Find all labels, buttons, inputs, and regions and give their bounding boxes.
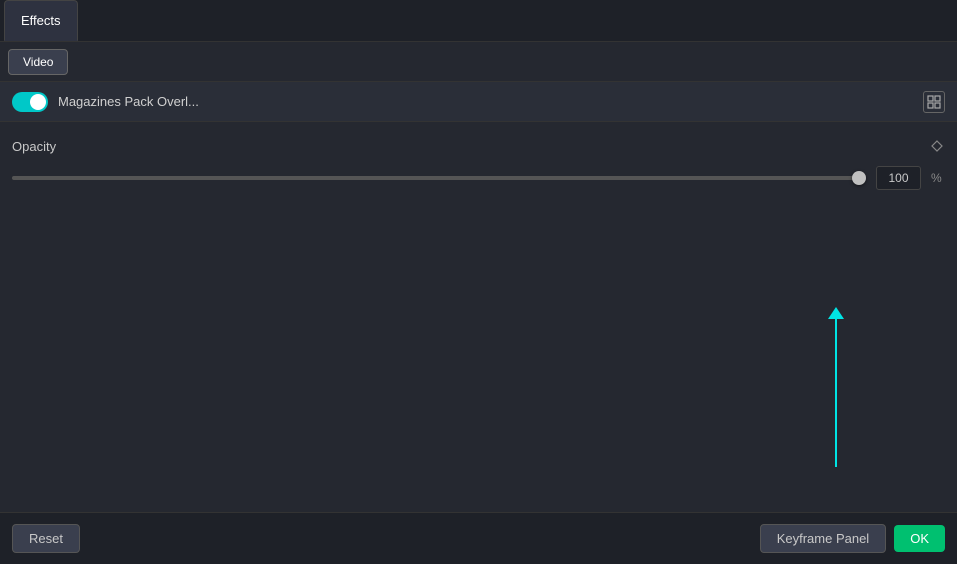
content-area: Opacity %	[0, 122, 957, 206]
arrow-annotation	[835, 317, 837, 467]
effect-options-icon[interactable]	[923, 91, 945, 113]
reset-button[interactable]: Reset	[12, 524, 80, 553]
effect-name: Magazines Pack Overl...	[58, 94, 913, 109]
opacity-value-box	[876, 166, 921, 190]
ok-button[interactable]: OK	[894, 525, 945, 552]
percent-label: %	[931, 171, 945, 185]
opacity-slider[interactable]	[12, 176, 866, 180]
opacity-row: Opacity	[12, 138, 945, 154]
opacity-value-input[interactable]	[879, 171, 919, 185]
bottom-bar: Reset Keyframe Panel OK	[0, 512, 957, 564]
primary-tab-bar: Effects	[0, 0, 957, 42]
keyframe-diamond-icon[interactable]	[929, 138, 945, 154]
opacity-slider-container	[12, 168, 866, 188]
effect-toggle[interactable]	[12, 92, 48, 112]
slider-row: %	[12, 166, 945, 190]
tab-video[interactable]: Video	[8, 49, 68, 75]
keyframe-panel-button[interactable]: Keyframe Panel	[760, 524, 887, 553]
right-buttons: Keyframe Panel OK	[760, 524, 945, 553]
tab-effects[interactable]: Effects	[4, 0, 78, 41]
effect-row: Magazines Pack Overl...	[0, 82, 957, 122]
secondary-tab-bar: Video	[0, 42, 957, 82]
toggle-knob	[30, 94, 46, 110]
opacity-label: Opacity	[12, 139, 72, 154]
